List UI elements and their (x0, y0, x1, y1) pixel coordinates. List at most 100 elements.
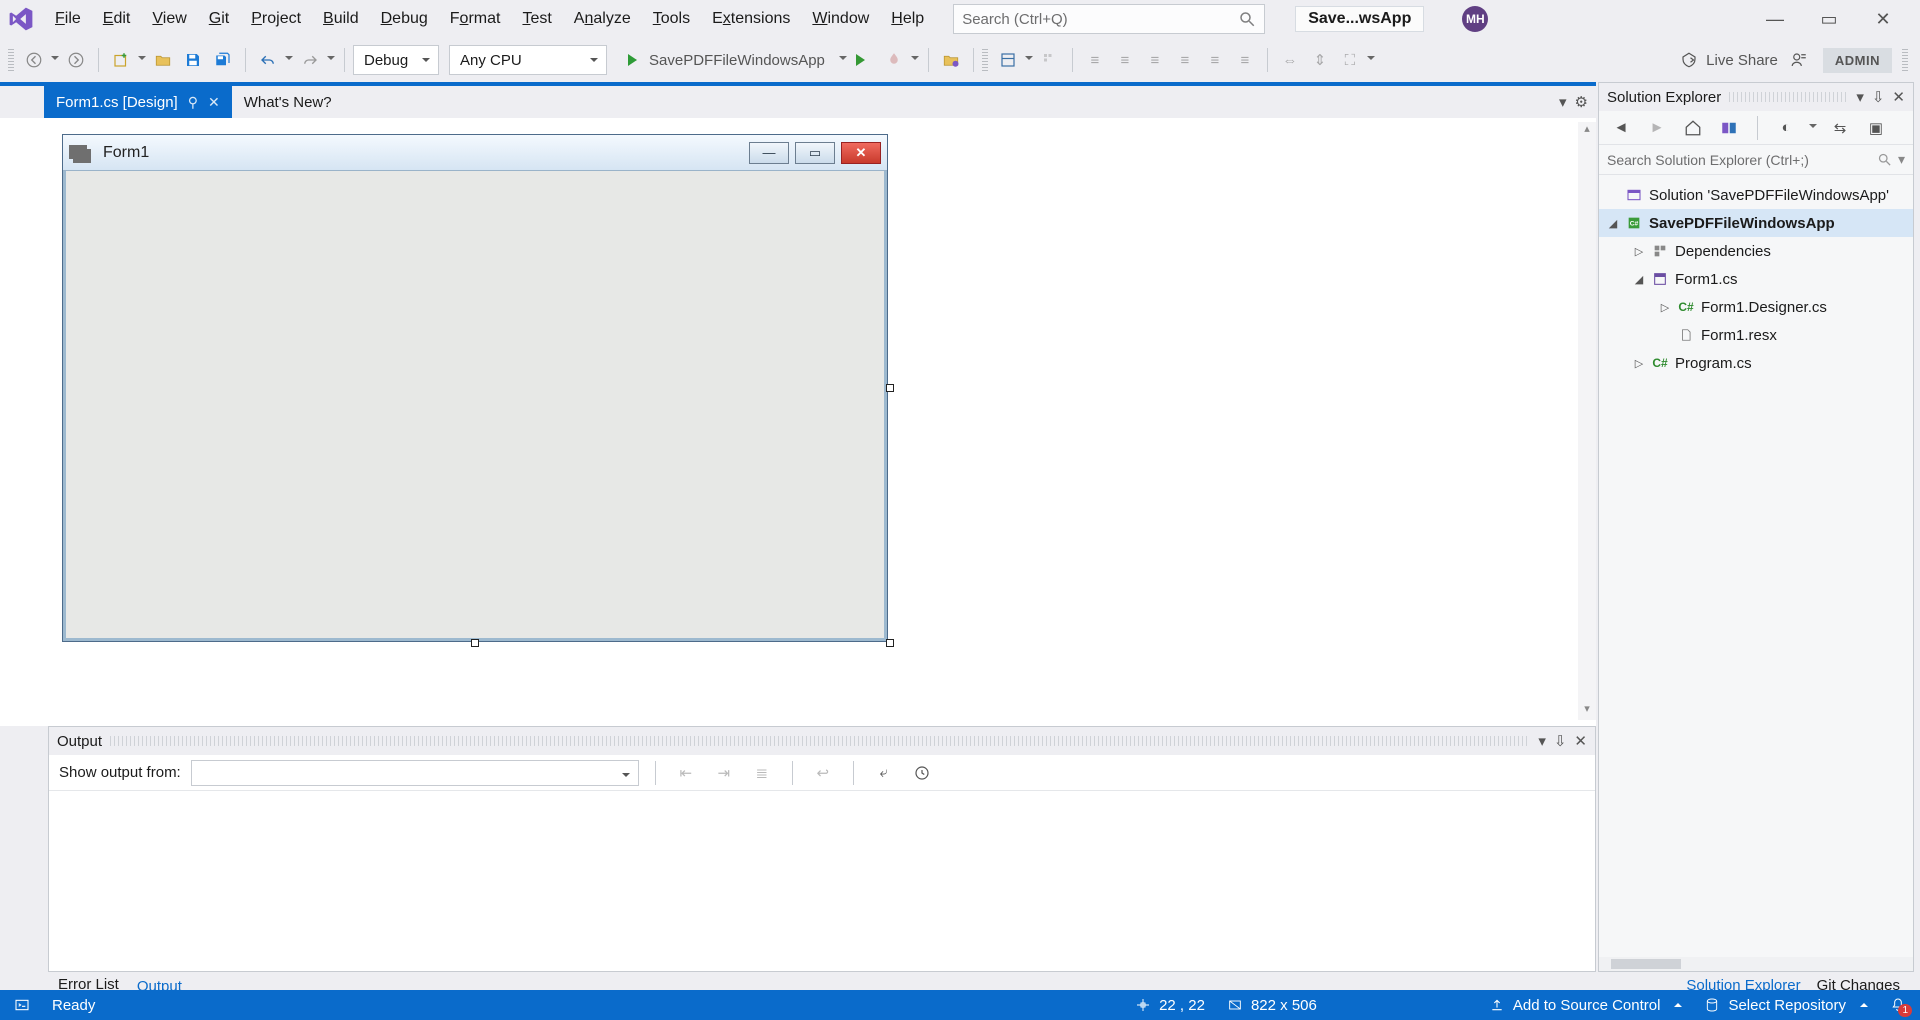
save-all-button[interactable] (209, 45, 237, 75)
solution-platform-combo[interactable]: Any CPU (449, 45, 607, 75)
redo-dropdown[interactable] (326, 56, 336, 64)
solution-explorer-hscrollbar[interactable] (1599, 957, 1913, 971)
menu-format[interactable]: Format (439, 5, 512, 33)
output-toggle-wordwrap-button[interactable]: ⤶ (870, 758, 898, 788)
menu-tools[interactable]: Tools (642, 5, 701, 33)
expand-dropdown[interactable] (1366, 56, 1376, 64)
panel-pin-icon[interactable]: ⇩ (1872, 88, 1885, 106)
layout-button[interactable] (994, 45, 1022, 75)
close-tab-icon[interactable]: ✕ (208, 94, 220, 111)
status-select-repository[interactable]: Select Repository (1704, 997, 1868, 1014)
user-avatar[interactable]: MH (1462, 6, 1488, 32)
tree-program-node[interactable]: ▷ C# Program.cs (1599, 349, 1913, 377)
menu-debug[interactable]: Debug (370, 5, 439, 33)
menu-test[interactable]: Test (511, 5, 562, 33)
menu-analyze[interactable]: Analyze (563, 5, 642, 33)
open-in-explorer-button[interactable] (937, 45, 965, 75)
status-position[interactable]: 22 , 22 (1135, 997, 1205, 1014)
align-grid-button[interactable] (1036, 45, 1064, 75)
output-wrap-button[interactable]: ↩ (809, 758, 837, 788)
status-output-icon[interactable] (14, 997, 30, 1013)
status-add-source-control[interactable]: Add to Source Control (1489, 997, 1683, 1014)
menu-file[interactable]: FFileile (44, 5, 92, 33)
solution-explorer-search[interactable]: Search Solution Explorer (Ctrl+;) ▾ (1599, 145, 1913, 175)
form-maximize-button[interactable]: ▭ (795, 142, 835, 164)
menu-build[interactable]: Build (312, 5, 370, 33)
panel-pin-icon[interactable]: ⇩ (1554, 732, 1567, 750)
nav-forward-button[interactable] (62, 45, 90, 75)
tree-form1-resx-node[interactable]: Form1.resx (1599, 321, 1913, 349)
design-form-window[interactable]: Form1 — ▭ ✕ (62, 134, 888, 642)
window-close-button[interactable]: ✕ (1874, 10, 1892, 28)
start-debug-button[interactable]: SavePDFFileWindowsApp (617, 45, 836, 75)
menu-view[interactable]: View (141, 5, 197, 33)
menu-edit[interactable]: Edit (92, 5, 142, 33)
start-without-debug-button[interactable] (850, 45, 878, 75)
output-goto-next-button[interactable]: ⇥ (710, 758, 738, 788)
output-clear-button[interactable]: ≣ (748, 758, 776, 788)
chevron-down-icon[interactable]: ▾ (1898, 151, 1905, 168)
expand-button[interactable]: ⛶ (1336, 45, 1364, 75)
designer-vscrollbar[interactable]: ▴▾ (1578, 122, 1596, 720)
back-icon[interactable]: ◄ (1607, 113, 1635, 143)
tree-project-node[interactable]: ◢ C# SavePDFFileWindowsApp (1599, 209, 1913, 237)
show-all-files-icon[interactable]: ▣ (1862, 113, 1890, 143)
align-right-button[interactable]: ≡ (1141, 45, 1169, 75)
new-project-button[interactable] (107, 45, 135, 75)
hspace-button[interactable]: ⇔ (1276, 45, 1304, 75)
status-notifications[interactable]: 1 (1890, 997, 1906, 1013)
resize-handle-icon[interactable] (471, 639, 479, 647)
vspace-button[interactable]: ⇕ (1306, 45, 1334, 75)
panel-close-icon[interactable]: ✕ (1892, 88, 1905, 106)
tab-whats-new[interactable]: What's New? (232, 86, 344, 118)
align-bottom-button[interactable]: ≡ (1231, 45, 1259, 75)
menu-window[interactable]: Window (801, 5, 880, 33)
hot-reload-button[interactable] (880, 45, 908, 75)
forward-icon[interactable]: ► (1643, 113, 1671, 143)
undo-dropdown[interactable] (284, 56, 294, 64)
menu-help[interactable]: Help (880, 5, 935, 33)
output-timestamp-button[interactable] (908, 758, 936, 788)
home-icon[interactable] (1679, 113, 1707, 143)
status-size[interactable]: 822 x 506 (1227, 997, 1317, 1014)
feedback-button[interactable] (1785, 45, 1813, 75)
tab-options-icon[interactable]: ⚙ (1575, 93, 1588, 111)
tree-form1-designer-node[interactable]: ▷ C# Form1.Designer.cs (1599, 293, 1913, 321)
menu-project[interactable]: Project (240, 5, 312, 33)
layout-dropdown[interactable] (1024, 56, 1034, 64)
output-goto-prev-button[interactable]: ⇤ (672, 758, 700, 788)
open-file-button[interactable] (149, 45, 177, 75)
resize-handle-icon[interactable] (886, 639, 894, 647)
panel-menu-dropdown[interactable]: ▾ (1856, 88, 1864, 106)
pin-icon[interactable]: ⚲ (188, 94, 198, 111)
menu-extensions[interactable]: Extensions (701, 5, 801, 33)
tree-dependencies-node[interactable]: ▷ Dependencies (1599, 237, 1913, 265)
tree-solution-node[interactable]: Solution 'SavePDFFileWindowsApp' (1599, 181, 1913, 209)
align-top-button[interactable]: ≡ (1171, 45, 1199, 75)
form-minimize-button[interactable]: — (749, 142, 789, 164)
output-source-combo[interactable] (191, 760, 639, 786)
pending-changes-filter-icon[interactable]: ◐ (1772, 113, 1800, 143)
nav-back-dropdown[interactable] (50, 56, 60, 64)
solution-name-badge[interactable]: Save...wsApp (1295, 6, 1424, 32)
global-search-input[interactable]: Search (Ctrl+Q) (953, 4, 1265, 34)
form-close-button[interactable]: ✕ (841, 142, 881, 164)
tree-form1-node[interactable]: ◢ Form1.cs (1599, 265, 1913, 293)
nav-back-button[interactable] (20, 45, 48, 75)
start-debug-dropdown[interactable] (838, 56, 848, 64)
align-left-button[interactable]: ≡ (1081, 45, 1109, 75)
panel-menu-dropdown[interactable]: ▾ (1538, 732, 1546, 750)
live-share-button[interactable]: Live Share (1675, 45, 1783, 75)
window-restore-button[interactable]: ▭ (1820, 10, 1838, 28)
active-files-dropdown[interactable]: ▾ (1559, 93, 1567, 111)
undo-button[interactable] (254, 45, 282, 75)
sync-icon[interactable]: ⇆ (1826, 113, 1854, 143)
tab-form1-design[interactable]: Form1.cs [Design] ⚲ ✕ (44, 86, 232, 118)
save-button[interactable] (179, 45, 207, 75)
align-middle-button[interactable]: ≡ (1201, 45, 1229, 75)
resize-handle-icon[interactable] (886, 384, 894, 392)
window-minimize-button[interactable]: ― (1766, 10, 1784, 28)
menu-git[interactable]: Git (198, 5, 240, 33)
align-center-button[interactable]: ≡ (1111, 45, 1139, 75)
panel-close-icon[interactable]: ✕ (1574, 732, 1587, 750)
